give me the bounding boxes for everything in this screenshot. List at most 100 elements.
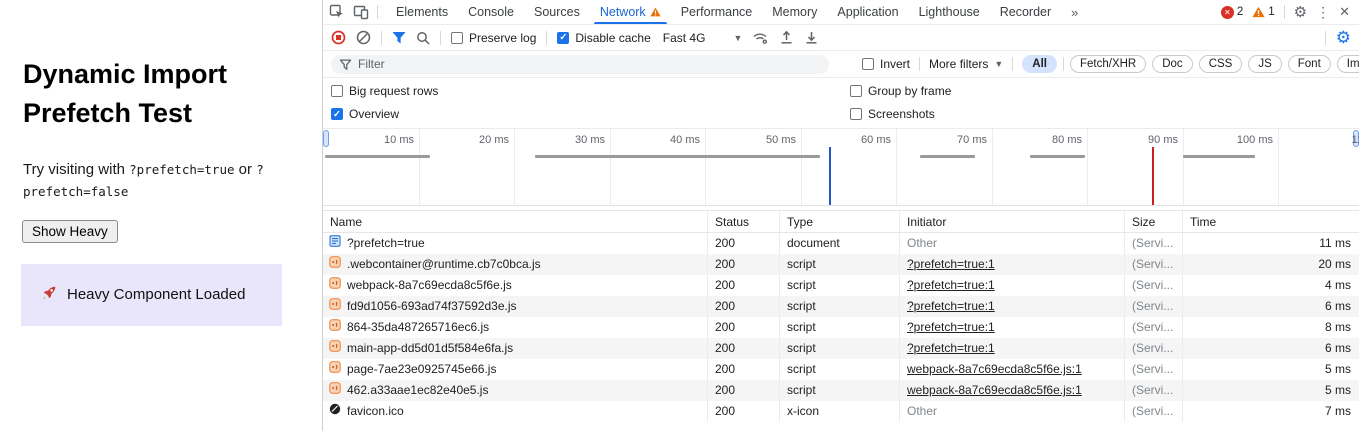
request-status: 200 xyxy=(708,317,780,338)
network-request-row[interactable]: webpack-8a7c69ecda8c5f6e.js 200 script ?… xyxy=(323,275,1359,296)
request-name[interactable]: main-app-dd5d01d5f584e6fa.js xyxy=(347,338,513,359)
invert-checkbox[interactable]: Invert xyxy=(862,57,910,71)
network-request-row[interactable]: 864-35da487265716ec6.js 200 script ?pref… xyxy=(323,317,1359,338)
request-time: 5 ms xyxy=(1183,380,1359,401)
column-header-initiator[interactable]: Initiator xyxy=(900,211,1125,232)
overview-checkbox[interactable]: ✓ Overview xyxy=(331,107,399,121)
tab-lighthouse[interactable]: Lighthouse xyxy=(909,0,990,24)
request-name[interactable]: fd9d1056-693ad74f37592d3e.js xyxy=(347,296,517,317)
request-size: (Servi... xyxy=(1125,317,1183,338)
script-icon xyxy=(329,256,341,268)
network-request-row[interactable]: .webcontainer@runtime.cb7c0bca.js 200 sc… xyxy=(323,254,1359,275)
device-toolbar-icon[interactable] xyxy=(353,4,369,20)
initiator-link[interactable]: ?prefetch=true:1 xyxy=(907,278,995,292)
request-size: (Servi... xyxy=(1125,380,1183,401)
import-har-icon[interactable] xyxy=(779,30,794,45)
kebab-menu-icon[interactable]: ⋮ xyxy=(1316,4,1330,21)
warning-badge[interactable]: 1 xyxy=(1252,6,1274,18)
network-request-row[interactable]: favicon.ico 200 x-icon Other (Servi... 7… xyxy=(323,401,1359,422)
filter-chip-doc[interactable]: Doc xyxy=(1152,55,1192,73)
request-status: 200 xyxy=(708,380,780,401)
filter-toggle-icon[interactable] xyxy=(392,31,406,44)
initiator-link[interactable]: ?prefetch=true:1 xyxy=(907,320,995,334)
error-badge[interactable]: ✕ 2 xyxy=(1221,6,1243,19)
initiator-link[interactable]: webpack-8a7c69ecda8c5f6e.js:1 xyxy=(907,362,1082,376)
column-header-type[interactable]: Type xyxy=(780,211,900,232)
request-name[interactable]: ?prefetch=true xyxy=(347,233,425,254)
clear-network-log-icon[interactable] xyxy=(356,30,371,45)
overview-left-handle[interactable] xyxy=(323,130,329,147)
request-name[interactable]: .webcontainer@runtime.cb7c0bca.js xyxy=(347,254,541,275)
show-heavy-button[interactable]: Show Heavy xyxy=(22,220,118,243)
request-name[interactable]: 864-35da487265716ec6.js xyxy=(347,317,489,338)
close-devtools-icon[interactable]: ✕ xyxy=(1339,4,1350,20)
network-request-row[interactable]: page-7ae23e0925745e66.js 200 script webp… xyxy=(323,359,1359,380)
filter-chip-font[interactable]: Font xyxy=(1288,55,1331,73)
export-har-icon[interactable] xyxy=(804,30,819,45)
devtools-panel: ElementsConsole Sources NetworkPerformance… xyxy=(323,0,1359,431)
request-name[interactable]: webpack-8a7c69ecda8c5f6e.js xyxy=(347,275,512,296)
disable-cache-checkbox[interactable]: ✓ Disable cache xyxy=(557,31,650,45)
network-conditions-icon[interactable] xyxy=(752,30,769,45)
overview-request-bar xyxy=(1183,155,1255,158)
tab-label: Sources xyxy=(534,5,580,19)
request-type: script xyxy=(780,254,900,275)
filter-chip-all[interactable]: All xyxy=(1022,55,1057,73)
more-filters-button[interactable]: More filters ▼ xyxy=(929,57,1003,71)
dcl-marker xyxy=(829,147,831,205)
tab-console[interactable]: Console xyxy=(458,0,524,24)
overview-request-bar xyxy=(325,155,430,158)
timeline-gridline xyxy=(705,129,706,205)
screenshots-checkbox[interactable]: Screenshots xyxy=(850,107,935,121)
timeline-gridline xyxy=(992,129,993,205)
request-name[interactable]: 462.a33aae1ec82e40e5.js xyxy=(347,380,488,401)
column-header-time[interactable]: Time xyxy=(1183,211,1359,232)
divider xyxy=(1012,57,1013,71)
column-header-size[interactable]: Size xyxy=(1125,211,1183,232)
filter-chip-img[interactable]: Img xyxy=(1337,55,1359,73)
search-icon[interactable] xyxy=(416,31,430,45)
tab-application[interactable]: Application xyxy=(827,0,908,24)
heavy-component-banner: Heavy Component Loaded xyxy=(21,264,282,326)
column-header-name[interactable]: Name xyxy=(323,211,708,232)
network-request-row[interactable]: 462.a33aae1ec82e40e5.js 200 script webpa… xyxy=(323,380,1359,401)
rocket-icon xyxy=(41,284,58,305)
timeline-tick-label: 20 ms xyxy=(479,134,509,146)
request-name[interactable]: page-7ae23e0925745e66.js xyxy=(347,359,496,380)
column-header-status[interactable]: Status xyxy=(708,211,780,232)
network-request-row[interactable]: ?prefetch=true 200 document Other (Servi… xyxy=(323,233,1359,254)
initiator-text: Other xyxy=(907,404,937,418)
network-settings-gear-icon[interactable]: ⚙ xyxy=(1336,29,1351,46)
group-by-frame-checkbox[interactable]: Group by frame xyxy=(850,84,951,98)
timeline-tick-label: 40 ms xyxy=(670,134,700,146)
more-tabs-chevron[interactable]: » xyxy=(1061,0,1086,24)
big-request-rows-checkbox[interactable]: Big request rows xyxy=(331,84,438,98)
tab-performance[interactable]: Performance xyxy=(671,0,763,24)
tab-elements[interactable]: Elements xyxy=(386,0,458,24)
inspect-element-icon[interactable] xyxy=(329,4,345,20)
filter-chip-css[interactable]: CSS xyxy=(1199,55,1243,73)
settings-gear-icon[interactable]: ⚙ xyxy=(1294,3,1307,21)
tab-network[interactable]: Network xyxy=(590,0,671,24)
request-name[interactable]: favicon.ico xyxy=(347,401,404,422)
tab-memory[interactable]: Memory xyxy=(762,0,827,24)
error-icon: ✕ xyxy=(1221,6,1234,19)
network-request-row[interactable]: main-app-dd5d01d5f584e6fa.js 200 script … xyxy=(323,338,1359,359)
filter-chip-js[interactable]: JS xyxy=(1248,55,1281,73)
throttling-select[interactable]: Fast 4G ▼ xyxy=(663,31,743,45)
initiator-link[interactable]: ?prefetch=true:1 xyxy=(907,341,995,355)
checkbox-checked-icon: ✓ xyxy=(557,32,569,44)
tab-sources[interactable]: Sources xyxy=(524,0,590,24)
network-overview-timeline[interactable]: 10 ms20 ms30 ms40 ms50 ms60 ms70 ms80 ms… xyxy=(323,128,1359,206)
preserve-log-checkbox[interactable]: Preserve log xyxy=(451,31,536,45)
disable-cache-label: Disable cache xyxy=(575,31,650,45)
network-request-row[interactable]: fd9d1056-693ad74f37592d3e.js 200 script … xyxy=(323,296,1359,317)
initiator-link[interactable]: webpack-8a7c69ecda8c5f6e.js:1 xyxy=(907,383,1082,397)
warning-count: 1 xyxy=(1268,6,1274,18)
filter-chip-fetch-xhr[interactable]: Fetch/XHR xyxy=(1070,55,1146,73)
tab-recorder[interactable]: Recorder xyxy=(990,0,1061,24)
record-network-log-icon[interactable] xyxy=(331,30,346,45)
initiator-link[interactable]: ?prefetch=true:1 xyxy=(907,257,995,271)
filter-input[interactable]: Filter xyxy=(331,55,829,74)
initiator-link[interactable]: ?prefetch=true:1 xyxy=(907,299,995,313)
